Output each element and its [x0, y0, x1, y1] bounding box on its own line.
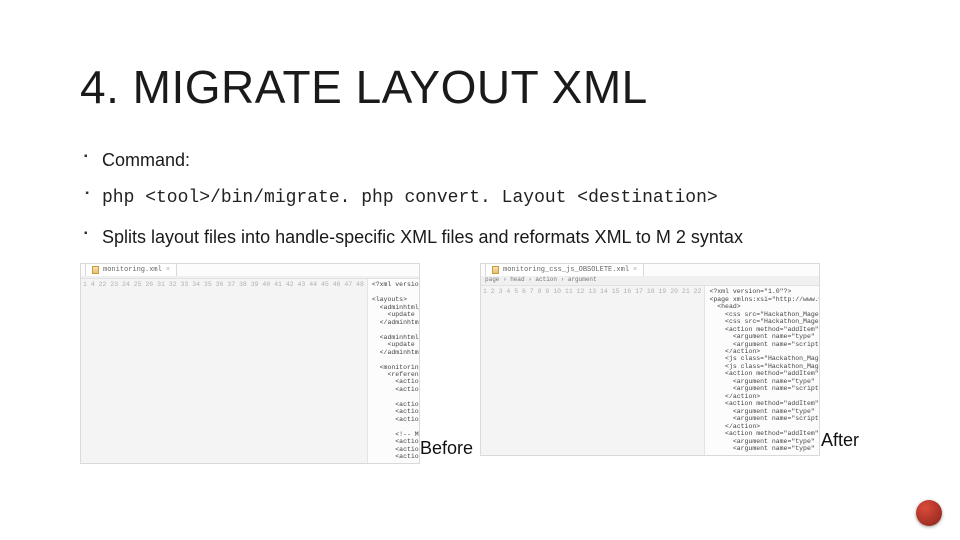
bullet-command: Command:: [84, 148, 880, 172]
file-icon: [92, 266, 99, 274]
after-pane: monitoring_css_js_OBSOLETE.xml × page › …: [480, 263, 820, 456]
close-icon[interactable]: ×: [166, 266, 170, 274]
code-compare: monitoring.xml × 1 4 22 23 24 25 26 31 3…: [80, 263, 880, 464]
before-tab-label: monitoring.xml: [103, 266, 162, 274]
before-pane: monitoring.xml × 1 4 22 23 24 25 26 31 3…: [80, 263, 420, 464]
after-breadcrumb: page › head › action › argument: [481, 276, 819, 286]
file-icon: [492, 266, 499, 274]
slide-number-badge: [916, 500, 942, 526]
after-tab-label: monitoring_css_js_OBSOLETE.xml: [503, 266, 629, 274]
slide-title: 4. MIGRATE LAYOUT XML: [80, 60, 880, 114]
after-label: After: [821, 430, 859, 451]
before-tab[interactable]: monitoring.xml ×: [85, 263, 177, 276]
close-icon[interactable]: ×: [633, 266, 637, 274]
bullet-list: Command: php <tool>/bin/migrate. php con…: [80, 148, 880, 249]
after-tab[interactable]: monitoring_css_js_OBSOLETE.xml ×: [485, 263, 644, 276]
before-label: Before: [420, 438, 473, 459]
bullet-description: Splits layout files into handle-specific…: [84, 225, 880, 249]
after-gutter: 1 2 3 4 5 6 7 8 9 10 11 12 13 14 15 16 1…: [481, 286, 705, 454]
before-code: <?xml version="1.0" encoding="UTF-8"?> <…: [368, 279, 419, 462]
bullet-command-line: php <tool>/bin/migrate. php convert. Lay…: [84, 186, 880, 210]
before-gutter: 1 4 22 23 24 25 26 31 32 33 34 35 36 37 …: [81, 279, 368, 462]
after-code: <?xml version="1.0"?> <page xmlns:xsi="h…: [705, 286, 819, 454]
